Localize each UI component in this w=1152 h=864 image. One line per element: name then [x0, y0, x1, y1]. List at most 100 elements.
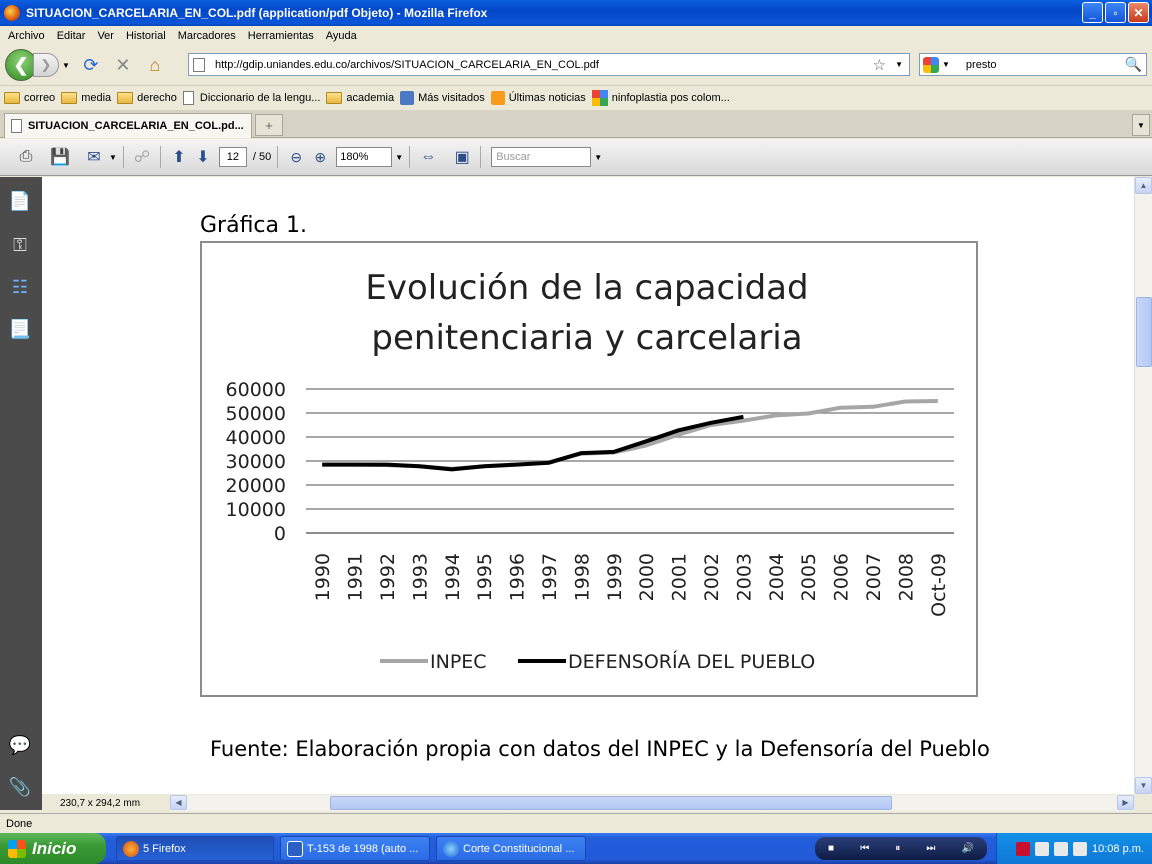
- reload-icon[interactable]: ⟳: [80, 54, 102, 76]
- comments-icon[interactable]: 💬: [9, 733, 31, 757]
- toolbar-separator: [409, 146, 411, 168]
- close-button[interactable]: ✕: [1128, 2, 1149, 23]
- media-next-icon[interactable]: ⏭: [926, 843, 935, 854]
- bookmark-label: Últimas noticias: [508, 91, 586, 104]
- page-total: / 50: [252, 151, 272, 163]
- bookmark-star-icon[interactable]: ☆: [873, 56, 886, 74]
- bookmark-correo[interactable]: correo: [4, 91, 56, 104]
- menu-ver[interactable]: Ver: [91, 30, 120, 42]
- scroll-left-icon[interactable]: ◀: [170, 795, 187, 810]
- x-tick-label: 1998: [571, 553, 593, 601]
- horizontal-scroll-thumb[interactable]: [330, 796, 892, 810]
- y-tick-label: 10000: [226, 499, 286, 521]
- folder-icon: [117, 91, 134, 104]
- page-number-input[interactable]: 12: [218, 147, 247, 167]
- series-line-inpec: [322, 399, 938, 471]
- search-icon[interactable]: 🔍: [1125, 56, 1142, 73]
- maximize-button[interactable]: ▫: [1105, 2, 1126, 23]
- minimize-button[interactable]: _: [1082, 2, 1103, 23]
- menu-herramientas[interactable]: Herramientas: [242, 30, 320, 42]
- forward-button[interactable]: ❯: [33, 53, 59, 77]
- taskbar-item-ie[interactable]: Corte Constitucional ...: [436, 836, 586, 861]
- zoom-out-icon[interactable]: ⊖: [284, 145, 308, 169]
- bookmarks-tree-icon[interactable]: ☷: [9, 275, 31, 299]
- scroll-right-icon[interactable]: ▶: [1117, 795, 1134, 810]
- url-text[interactable]: http://gdip.uniandes.edu.co/archivos/SIT…: [215, 59, 873, 71]
- zoom-in-icon[interactable]: ⊕: [308, 145, 332, 169]
- vertical-scroll-thumb[interactable]: [1136, 297, 1152, 367]
- bookmark-diccionario[interactable]: Diccionario de la lengu...: [182, 90, 321, 105]
- next-page-icon[interactable]: ⬇: [191, 145, 215, 169]
- url-dropdown-icon[interactable]: ▼: [895, 60, 903, 69]
- horizontal-scrollbar[interactable]: ◀ ▶: [170, 795, 1134, 811]
- bookmark-derecho[interactable]: derecho: [117, 91, 177, 104]
- pdf-search-input[interactable]: Buscar: [491, 147, 592, 167]
- x-tick-label: 1994: [442, 553, 464, 601]
- bookmark-ninfoplastia[interactable]: ninfoplastia pos colom...: [591, 89, 730, 106]
- zoom-select[interactable]: 180%: [336, 147, 393, 167]
- bookmark-academia[interactable]: academia: [326, 91, 394, 104]
- zoom-dropdown-icon[interactable]: ▼: [395, 153, 403, 162]
- page-icon: [182, 90, 194, 105]
- viewer-bottom-bar: 230,7 x 294,2 mm ◀ ▶: [42, 794, 1152, 812]
- fit-page-icon[interactable]: ▣: [450, 145, 474, 169]
- tab-pdf[interactable]: SITUACION_CARCELARIA_EN_COL.pd...: [4, 113, 252, 138]
- menu-editar[interactable]: Editar: [51, 30, 92, 42]
- share-dropdown-icon[interactable]: ▼: [109, 153, 117, 162]
- menu-marcadores[interactable]: Marcadores: [172, 30, 242, 42]
- menu-ayuda[interactable]: Ayuda: [320, 30, 363, 42]
- bookmark-media[interactable]: media: [61, 91, 111, 104]
- bookmark-ultimas-noticias[interactable]: Últimas noticias: [490, 90, 586, 105]
- home-icon[interactable]: ⌂: [144, 54, 166, 76]
- media-previous-icon[interactable]: ⏮: [860, 843, 869, 854]
- search-bar[interactable]: ▼ presto 🔍: [919, 53, 1147, 76]
- vertical-scrollbar[interactable]: ▲ ▼: [1134, 177, 1152, 794]
- bookmark-label: Diccionario de la lengu...: [199, 91, 321, 104]
- navigation-toolbar: ❮ ❯ ▼ ⟳ ✕ ⌂ http://gdip.uniandes.edu.co/…: [0, 46, 1152, 84]
- start-button[interactable]: Inicio: [0, 833, 106, 864]
- media-player-toolbar[interactable]: ■ ⏮ ⏸ ⏭ 🔊: [815, 837, 987, 860]
- taskbar-item-word[interactable]: T-153 de 1998 (auto ...: [280, 836, 430, 861]
- scroll-down-icon[interactable]: ▼: [1135, 777, 1152, 794]
- tab-list-dropdown-icon[interactable]: ▼: [1132, 114, 1150, 136]
- media-pause-icon[interactable]: ⏸: [895, 843, 900, 854]
- pdf-toolbar: ⎙ 💾 ✉ ▼ ☍ ⬆ ⬇ 12 / 50 ⊖ ⊕ 180% ▼ ⇔ ▣ Bus…: [0, 139, 1152, 176]
- page-icon: [193, 57, 205, 72]
- tab-label: SITUACION_CARCELARIA_EN_COL.pd...: [28, 120, 244, 132]
- google-icon[interactable]: [923, 56, 939, 73]
- antivirus-icon[interactable]: [1016, 841, 1031, 856]
- chart-frame: Evolución de la capacidad penitenciaria y…: [200, 241, 978, 697]
- bookmark-mas-visitados[interactable]: Más visitados: [400, 90, 485, 105]
- safely-remove-icon[interactable]: [1054, 841, 1069, 856]
- status-text: Done: [6, 817, 33, 830]
- menu-historial[interactable]: Historial: [120, 30, 172, 42]
- fit-width-icon[interactable]: ⇔: [416, 145, 440, 169]
- search-engine-dropdown-icon[interactable]: ▼: [942, 60, 950, 69]
- pdf-page-view: Gráfica 1. Evolución de la capacidad peni…: [42, 177, 1134, 794]
- system-tray: 10:08 p.m.: [996, 833, 1152, 864]
- new-tab-button[interactable]: +: [255, 114, 283, 136]
- share-icon[interactable]: ✉: [82, 145, 106, 169]
- volume-icon[interactable]: 🔊: [961, 843, 973, 854]
- previous-page-icon[interactable]: ⬆: [167, 145, 191, 169]
- address-bar[interactable]: http://gdip.uniandes.edu.co/archivos/SIT…: [188, 53, 910, 76]
- comment-icon[interactable]: ☍: [130, 145, 154, 169]
- history-dropdown-icon[interactable]: ▼: [62, 61, 70, 70]
- attachments-icon[interactable]: 📎: [9, 775, 31, 799]
- document-properties-icon[interactable]: 📃: [9, 317, 31, 341]
- bookmark-label: correo: [24, 91, 56, 104]
- binoculars-icon[interactable]: ⚿: [9, 233, 31, 257]
- taskbar-item-firefox[interactable]: 5 Firefox: [116, 836, 274, 861]
- print-icon[interactable]: ⎙: [14, 145, 38, 169]
- media-stop-icon[interactable]: ■: [828, 843, 834, 854]
- pages-icon[interactable]: 📄: [9, 189, 31, 213]
- pdf-search-dropdown-icon[interactable]: ▼: [594, 153, 602, 162]
- network-icon[interactable]: [1035, 841, 1050, 856]
- stop-icon[interactable]: ✕: [112, 54, 134, 76]
- speaker-icon[interactable]: [1073, 841, 1088, 856]
- save-icon[interactable]: 💾: [48, 145, 72, 169]
- scroll-up-icon[interactable]: ▲: [1135, 177, 1152, 194]
- x-tick-label: 1991: [345, 553, 367, 601]
- search-input[interactable]: presto: [966, 59, 1125, 71]
- menu-archivo[interactable]: Archivo: [2, 30, 51, 42]
